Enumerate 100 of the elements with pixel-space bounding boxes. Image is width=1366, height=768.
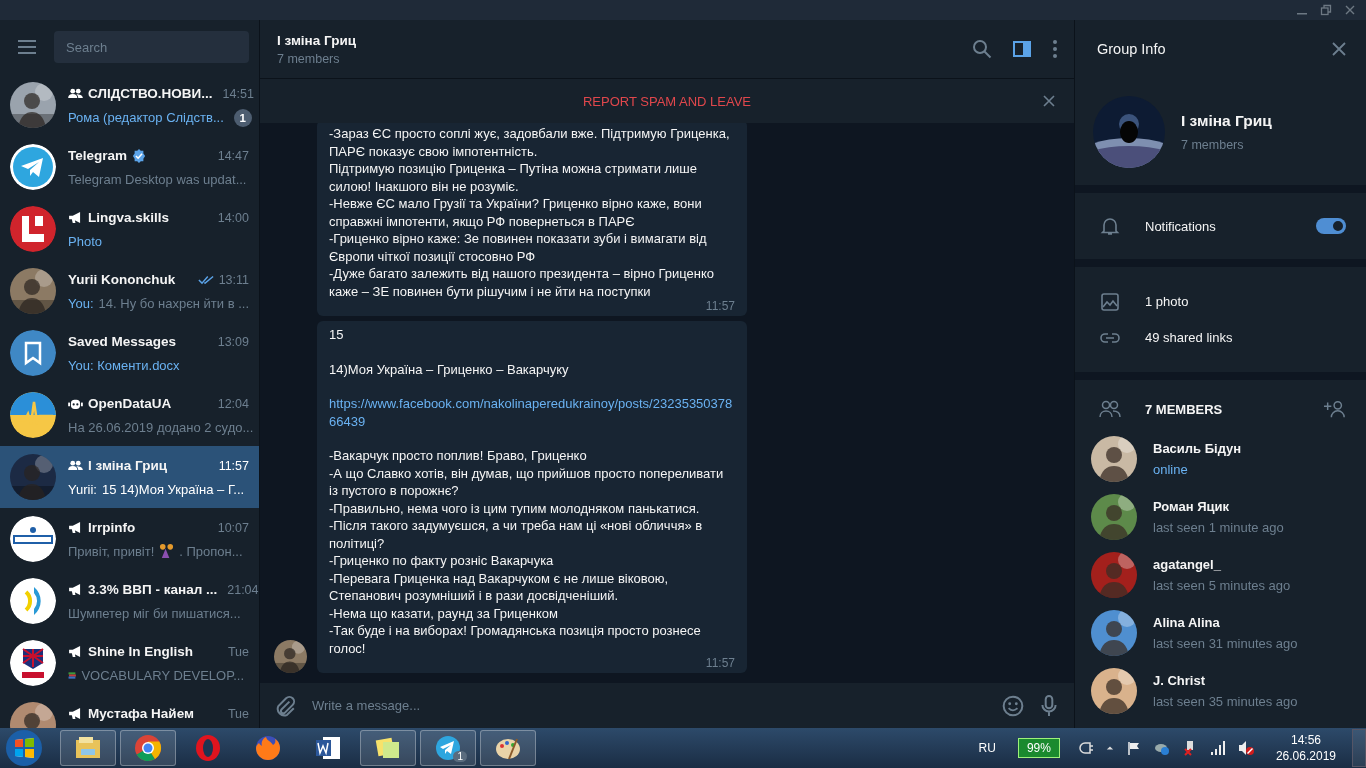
telegram-logo-icon [10, 144, 56, 190]
chat-time: 13:09 [217, 334, 249, 349]
taskbar-app[interactable] [60, 730, 116, 766]
emoji-icon[interactable] [1002, 694, 1024, 717]
chat-name: Irrpinfo [88, 520, 136, 535]
browser-logo-icon [133, 733, 163, 763]
message-text: -Перевага Гриценка над Вакарчуком є не лише віковою, Степанович розумніший і в рази досвідченіший. [329, 569, 670, 605]
member-name: agatangel_ [1153, 557, 1222, 572]
message-preview: Telegram Desktop was updat... [68, 172, 247, 187]
message-text: 14)Моя Україна – Гриценко – Вакарчуку [329, 360, 570, 378]
robot-icon [68, 398, 83, 409]
battery-indicator[interactable]: 99% [1017, 738, 1060, 758]
more-icon[interactable] [1052, 39, 1058, 59]
chat-time: 14:47 [217, 148, 249, 163]
report-spam-button[interactable]: REPORT SPAM AND LEAVE [574, 89, 760, 113]
start-button[interactable] [4, 728, 44, 768]
chat-item[interactable]: Yurii Kononchuk 13:11 You: 14. Ну бо нахрєн йти в ... [0, 260, 259, 322]
paperclip-icon[interactable] [274, 694, 296, 717]
shared-media-link[interactable]: 1 photo [1145, 294, 1189, 309]
logo-icon [10, 206, 56, 252]
chat-time: 14:51 [222, 86, 254, 101]
restore-icon[interactable] [1320, 4, 1332, 16]
side-panel-icon[interactable] [1012, 39, 1032, 59]
message-text: -Так буде і на виборах! Громадянська позиція просто рознесе голос! [329, 622, 702, 657]
member-status: last seen 31 minutes ago [1153, 636, 1298, 651]
chat-time: 13:11 [218, 272, 249, 287]
chat-name: Yurii Kononchuk [68, 272, 176, 287]
message-preview: You: Коменти.docx [68, 358, 180, 373]
chat-item[interactable]: Irrpinfo 10:07 Привіт, привіт! . Пропон... [0, 508, 259, 570]
megaphone-icon [68, 212, 83, 223]
notification-badge: 1 [453, 751, 467, 762]
message-text: -Нема що казати, раунд за Гриценком [329, 604, 560, 622]
group-name: І зміна Гриц [1181, 111, 1272, 130]
message-text: -Вакарчук просто поплив! Браво, Гриценко [329, 447, 588, 465]
message-composer[interactable]: Write a message... [260, 683, 1074, 728]
flag-icon[interactable] [1125, 740, 1142, 756]
chat-item[interactable]: Lingva.skills 14:00 Photo [0, 198, 259, 260]
message-preview: 15 14)Моя Україна – Г... [101, 482, 245, 497]
search-icon[interactable] [972, 39, 992, 59]
message-link[interactable]: https://www.facebook.com/nakolinaperedukrainoy/posts/2323535037866439 [329, 395, 735, 430]
message-text: -А що Славко хотів, він думав, що прийшов просто попереливати із пустого в порожнє? [329, 464, 725, 500]
chat-name: СЛІДСТВО.НОВИ... [88, 86, 213, 101]
member-status: last seen 1 minute ago [1153, 520, 1284, 535]
signal-icon[interactable] [1209, 740, 1226, 756]
logo-icon [10, 392, 56, 438]
taskbar-app[interactable] [360, 730, 416, 766]
chat-item[interactable]: Telegram 14:47 Telegram Desktop was updat... [0, 136, 259, 198]
chat-name: Lingva.skills [88, 210, 170, 225]
chat-time: 21:04 [227, 582, 259, 597]
megaphone-icon [68, 522, 83, 533]
message-preview: . Пропон... [179, 544, 243, 559]
group-icon [68, 88, 83, 99]
close-icon[interactable] [1332, 42, 1346, 56]
bookmark-icon [10, 330, 56, 376]
members-icon [1099, 399, 1121, 419]
message-time: 11:57 [705, 656, 735, 670]
caret-icon[interactable] [1105, 744, 1114, 752]
plug-icon[interactable] [1077, 740, 1094, 756]
chat-item[interactable]: СЛІДСТВО.НОВИ... 14:51 Рома (редактор Слідств... 1 [0, 74, 259, 136]
chat-item[interactable]: І зміна Гриц 11:57 Yurii: 15 14)Моя Україна – Г... [0, 446, 259, 508]
add-member-icon[interactable] [1324, 399, 1346, 419]
message-preview: Шумпетер міг би пишатися... [68, 606, 241, 621]
message-preview: You: [68, 296, 94, 311]
member-status: online [1153, 462, 1189, 477]
message-text: -Правильно, нема чого із цим тупим молодняком панькатися. [329, 499, 701, 517]
chat-time: 10:07 [217, 520, 249, 535]
megaphone-icon [68, 708, 83, 719]
keyboard-language[interactable]: RU [978, 741, 996, 755]
menu-icon[interactable] [18, 40, 36, 54]
ring-logo-icon [193, 733, 223, 763]
member-name: J. Christ [1153, 673, 1206, 688]
chat-item[interactable]: 3.3% ВВП - канал ... 21:04 Шумпетер міг би пишатися... [0, 570, 259, 632]
chat-name: Telegram [68, 148, 128, 163]
taskbar-app[interactable] [120, 730, 176, 766]
member-count: 7 members [1181, 137, 1245, 152]
message-input[interactable]: Write a message... [310, 689, 988, 722]
message-preview: Рома (редактор Слідств... [68, 110, 224, 125]
message-preview: На 26.06.2019 додано 2 судо... [68, 420, 254, 435]
taskbar-app[interactable]: 1 [420, 730, 476, 766]
message-preview: Yurii: [68, 482, 97, 497]
taskbar-app[interactable] [480, 730, 536, 766]
image-icon [1099, 291, 1121, 312]
chat-name: Shine In English [88, 644, 193, 659]
close-icon[interactable] [1344, 4, 1356, 16]
message-text: 15 [329, 326, 345, 344]
search-field[interactable]: Search [54, 31, 249, 63]
clock-time[interactable]: 14:56 [1290, 733, 1321, 747]
unread-count: 1 [233, 108, 252, 127]
close-icon[interactable] [1043, 95, 1055, 107]
chat-item[interactable]: Saved Messages 13:09 You: Коменти.docx [0, 322, 259, 384]
chat-item[interactable]: Shine In English Tue VOCABULARY DEVELOP... [0, 632, 259, 694]
clock-date[interactable]: 26.06.2019 [1275, 749, 1336, 763]
chat-name: OpenDataUA [88, 396, 172, 411]
chat-name: Saved Messages [68, 334, 177, 349]
chat-item[interactable]: OpenDataUA 12:04 На 26.06.2019 додано 2 судо... [0, 384, 259, 446]
volume-muted-icon[interactable] [1237, 740, 1254, 756]
shared-media-link[interactable]: 49 shared links [1145, 330, 1233, 345]
message-text: -Зараз ЄС просто соплі жує, задовбали вже. Підтримую Гриценка, ПАРЄ показує свою імпотентність. [329, 125, 731, 160]
megaphone-icon [68, 584, 83, 595]
notifications-toggle[interactable] [1316, 218, 1346, 234]
